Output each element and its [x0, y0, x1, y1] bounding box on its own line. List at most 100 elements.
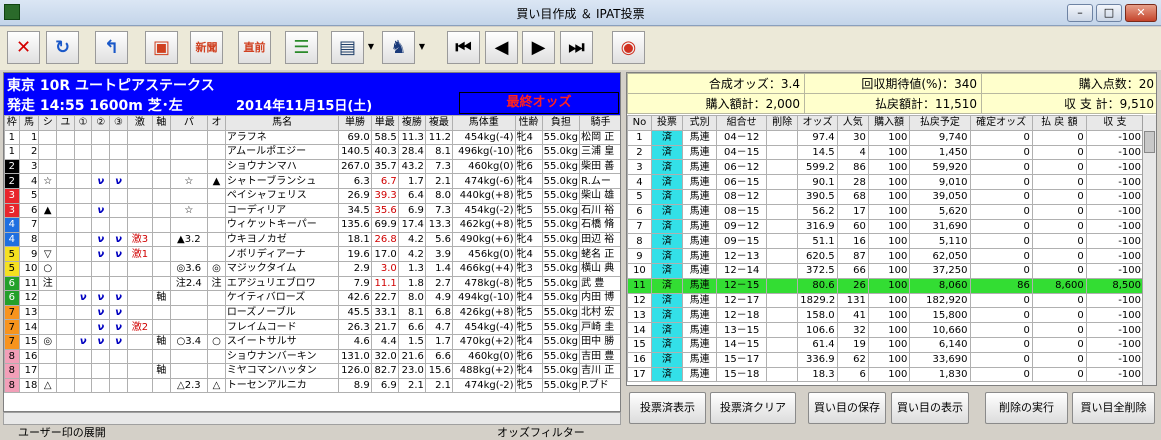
column-header[interactable]: 騎手 [579, 115, 620, 131]
prev-icon[interactable]: ◀ [485, 31, 518, 64]
bet-row[interactable]: 15 済馬連 14－15 61.4 19 100 6,140 0 0 -100 [627, 336, 1145, 353]
column-header[interactable]: パ [169, 115, 209, 131]
horse-row[interactable]: 7 14 ν ν 激2 フレイムコード 26.3 21.7 6.6 4.7 454kg(-4) 牝5 5… [4, 319, 620, 335]
column-header[interactable]: 複勝 [397, 115, 426, 131]
dropdown-arrow-icon[interactable]: ▼ [417, 31, 427, 64]
bet-row[interactable]: 2 済馬連 04－15 14.5 4 100 1,450 0 0 -100 [627, 144, 1145, 161]
column-header[interactable]: シ [38, 115, 58, 131]
horse-cell: 34.5 [338, 202, 372, 219]
bet-row[interactable]: 6 済馬連 08－15 56.2 17 100 5,620 0 0 -100 [627, 203, 1145, 220]
dropdown-arrow-icon[interactable]: ▼ [366, 31, 376, 64]
bet-row[interactable]: 5 済馬連 08－12 390.5 68 100 39,050 0 0 -100 [627, 188, 1145, 205]
column-header[interactable]: ユ [56, 115, 75, 131]
logo-icon[interactable]: ◉ [612, 31, 645, 64]
ticket-icon[interactable]: ▤ [331, 31, 364, 64]
horse-row[interactable]: 8 18 △ △2.3 △ トーセンアルニカ 8.9 6.9 2.1 2.1 474kg(-2) 牝5… [4, 377, 620, 394]
bet-row[interactable]: 10 済馬連 12－14 372.5 66 100 37,250 0 0 -100 [627, 262, 1145, 279]
bet-row[interactable]: 8 済馬連 09－15 51.1 16 100 5,110 0 0 -100 [627, 233, 1145, 250]
column-header[interactable]: 単勝 [338, 115, 372, 131]
bet-row[interactable]: 12 済馬連 12－17 1829.2 131 100 182,920 0 0 -100 [627, 292, 1145, 309]
horse-cell: 55.0kg [541, 333, 581, 350]
vertical-scrollbar[interactable] [1142, 115, 1156, 385]
column-header[interactable]: 購入額 [867, 115, 911, 131]
horse-row[interactable]: 5 10 ○ ◎3.6 ◎ マジックタイム 2.9 3.0 1.3 1.4 466kg(+4) 牝3 5… [4, 260, 620, 277]
column-header[interactable]: 性齢 [514, 115, 543, 131]
horse-row[interactable]: 3 5 ペイシャフェリス 26.9 39.3 6.4 8.0 440kg(+8) 牝5 55.0k… [4, 187, 620, 204]
horse-row[interactable]: 2 4 ☆ ν ν ☆ ▲ シャトーブランシュ 6.3 6.7 1.7 2.1 474kg(-6) 牝4 5… [4, 173, 620, 189]
column-header[interactable]: 枠 [4, 115, 20, 131]
horse-row[interactable]: 4 7 ウィケットキーパー 135.6 69.9 17.4 13.3 462kg(+8) 牝5 5… [4, 217, 620, 233]
horse-row[interactable]: 8 17 軸 ミヤコマンハッタン 126.0 82.7 23.0 15.6 488kg(+2) 牝… [4, 363, 620, 379]
column-header[interactable]: 組合せ [716, 115, 768, 131]
bet-row[interactable]: 11 済馬連 12－15 80.6 26 100 8,060 86 8,600 8,500 [627, 277, 1145, 294]
column-header[interactable]: 払 戻 額 [1031, 115, 1087, 131]
newspaper-icon[interactable]: 新聞 [190, 31, 223, 64]
minimize-button[interactable]: – [1067, 4, 1093, 22]
display-icon[interactable]: ▣ [145, 31, 178, 64]
column-header[interactable]: 払戻予定 [909, 115, 971, 131]
column-header[interactable]: ② [91, 115, 111, 131]
column-header[interactable]: 人気 [836, 115, 869, 131]
column-header[interactable]: 投票 [650, 115, 684, 131]
column-header[interactable]: 激 [126, 115, 153, 131]
column-header[interactable]: 馬 [18, 115, 40, 131]
bet-row[interactable]: 13 済馬連 12－18 158.0 41 100 15,800 0 0 -100 [627, 307, 1145, 324]
column-header[interactable]: 確定オッズ [969, 115, 1033, 131]
clear-voted-button[interactable]: 投票済クリア [710, 392, 796, 424]
bet-row[interactable]: 14 済馬連 13－15 106.6 32 100 10,660 0 0 -100 [627, 322, 1145, 338]
close-window-button[interactable]: ✕ [1125, 4, 1157, 22]
column-header[interactable]: No [627, 115, 652, 131]
horse-row[interactable]: 6 11 注注2.4 注エアジュリエブロワ 7.9 11.1 1.8 2.7 478kg(-8)… [4, 275, 620, 292]
column-header[interactable]: 削除 [766, 115, 799, 131]
refresh-icon[interactable]: ↻ [46, 31, 79, 64]
column-header[interactable]: 馬体重 [451, 115, 516, 131]
horse-row[interactable]: 6 12 ν ν ν 軸 ケイティバローズ 42.6 22.7 8.0 4.9 494kg(-10) 牝… [4, 290, 620, 306]
bet-row[interactable]: 9 済馬連 12－13 620.5 87 100 62,050 0 0 -100 [627, 248, 1145, 264]
column-header[interactable]: ③ [109, 115, 128, 131]
horse-row[interactable]: 3 6 ▲ ν ☆ コーディリア 34.5 35.6 6.9 7.3 454kg(-2) 牝5 55.0… [4, 202, 620, 219]
bet-row[interactable]: 7 済馬連 09－12 316.9 60 100 31,690 0 0 -100 [627, 218, 1145, 235]
bet-row[interactable]: 4 済馬連 06－15 90.1 28 100 9,010 0 0 -100 [627, 174, 1145, 190]
scroll-thumb[interactable] [1144, 131, 1155, 153]
column-header[interactable]: 単最 [370, 115, 399, 131]
return-icon[interactable]: ↰ [95, 31, 128, 64]
column-header[interactable]: 式別 [682, 115, 718, 131]
close-tool-icon[interactable]: ✕ [7, 31, 40, 64]
horse-row[interactable]: 7 15 ◎ ν ν ν 軸 ○3.4 ○ スイートサルサ 4.6 4.4 1.5 1.7 470kg(+2… [4, 333, 620, 350]
show-voted-button[interactable]: 投票済表示 [629, 392, 706, 424]
column-header[interactable]: 複最 [424, 115, 453, 131]
show-bets-button[interactable]: 買い目の表示 [891, 392, 969, 424]
horse-row[interactable]: 2 3 ショウナンマハ 267.0 35.7 43.2 7.3 460kg(0) 牝6 55.0k… [4, 158, 620, 175]
first-icon[interactable]: ⏮ [447, 31, 480, 64]
horse-row[interactable]: 1 1 アラフネ 69.0 58.5 11.3 11.2 454kg(-4) 牝4 55.0kg 松… [4, 129, 620, 146]
last-icon[interactable]: ⏭ [560, 31, 593, 64]
bet-row[interactable]: 1 済馬連 04－12 97.4 30 100 9,740 0 0 -100 [627, 129, 1145, 146]
bet-cell: 62,050 [909, 248, 971, 264]
bet-row[interactable]: 17 済馬連 15－18 18.3 6 100 1,830 0 0 -100 [627, 366, 1145, 383]
bet-panel: 合成オッズ：3.4 回収期待値(%)：340 購入点数：20 購入額計：2,00… [626, 72, 1157, 386]
horse-row[interactable]: 5 9 ▽ ν ν 激1 ノボリディアーナ 19.6 17.0 4.2 3.9 456kg(0) 牝4 5… [4, 246, 620, 262]
horse-check-icon[interactable]: ♞ [382, 31, 415, 64]
column-header[interactable]: オッズ [797, 115, 838, 131]
execute-delete-button[interactable]: 削除の実行 [985, 392, 1068, 424]
horse-row[interactable]: 7 13 ν ν ローズノーブル 45.5 33.1 8.1 6.8 426kg(+8) 牝5 55.… [4, 304, 620, 321]
column-header[interactable]: オ [207, 115, 226, 131]
save-bets-button[interactable]: 買い目の保存 [808, 392, 886, 424]
bet-row[interactable]: 3 済馬連 06－12 599.2 86 100 59,920 0 0 -100 [627, 159, 1145, 176]
bet-row[interactable]: 16 済馬連 15－17 336.9 62 100 33,690 0 0 -100 [627, 351, 1145, 368]
column-header[interactable]: 収 支 [1085, 115, 1145, 131]
horse-cell [91, 144, 111, 160]
maximize-button[interactable]: □ [1096, 4, 1122, 22]
column-header[interactable]: 軸 [151, 115, 171, 131]
pre-race-icon[interactable]: 直前 [238, 31, 271, 64]
column-header[interactable]: ① [73, 115, 93, 131]
delete-all-bets-button[interactable]: 買い目全削除 [1072, 392, 1155, 424]
horse-row[interactable]: 1 2 アムールポエジー 140.5 40.3 28.4 8.1 496kg(-10) 牝6 55… [4, 144, 620, 160]
next-icon[interactable]: ▶ [522, 31, 555, 64]
horse-row[interactable]: 8 16 ショウナンバーキン 131.0 32.0 21.6 6.6 460kg(0) 牝6 55… [4, 348, 620, 365]
column-header[interactable]: 馬名 [224, 115, 340, 131]
column-header[interactable]: 負担 [541, 115, 581, 131]
bet-cell: 86 [969, 277, 1033, 294]
list-icon[interactable]: ☰ [285, 31, 318, 64]
horse-row[interactable]: 4 8 ν ν 激3 ▲3.2 ウキヨノカゼ 18.1 26.8 4.2 5.6 490kg(+6) 牝… [4, 231, 620, 248]
